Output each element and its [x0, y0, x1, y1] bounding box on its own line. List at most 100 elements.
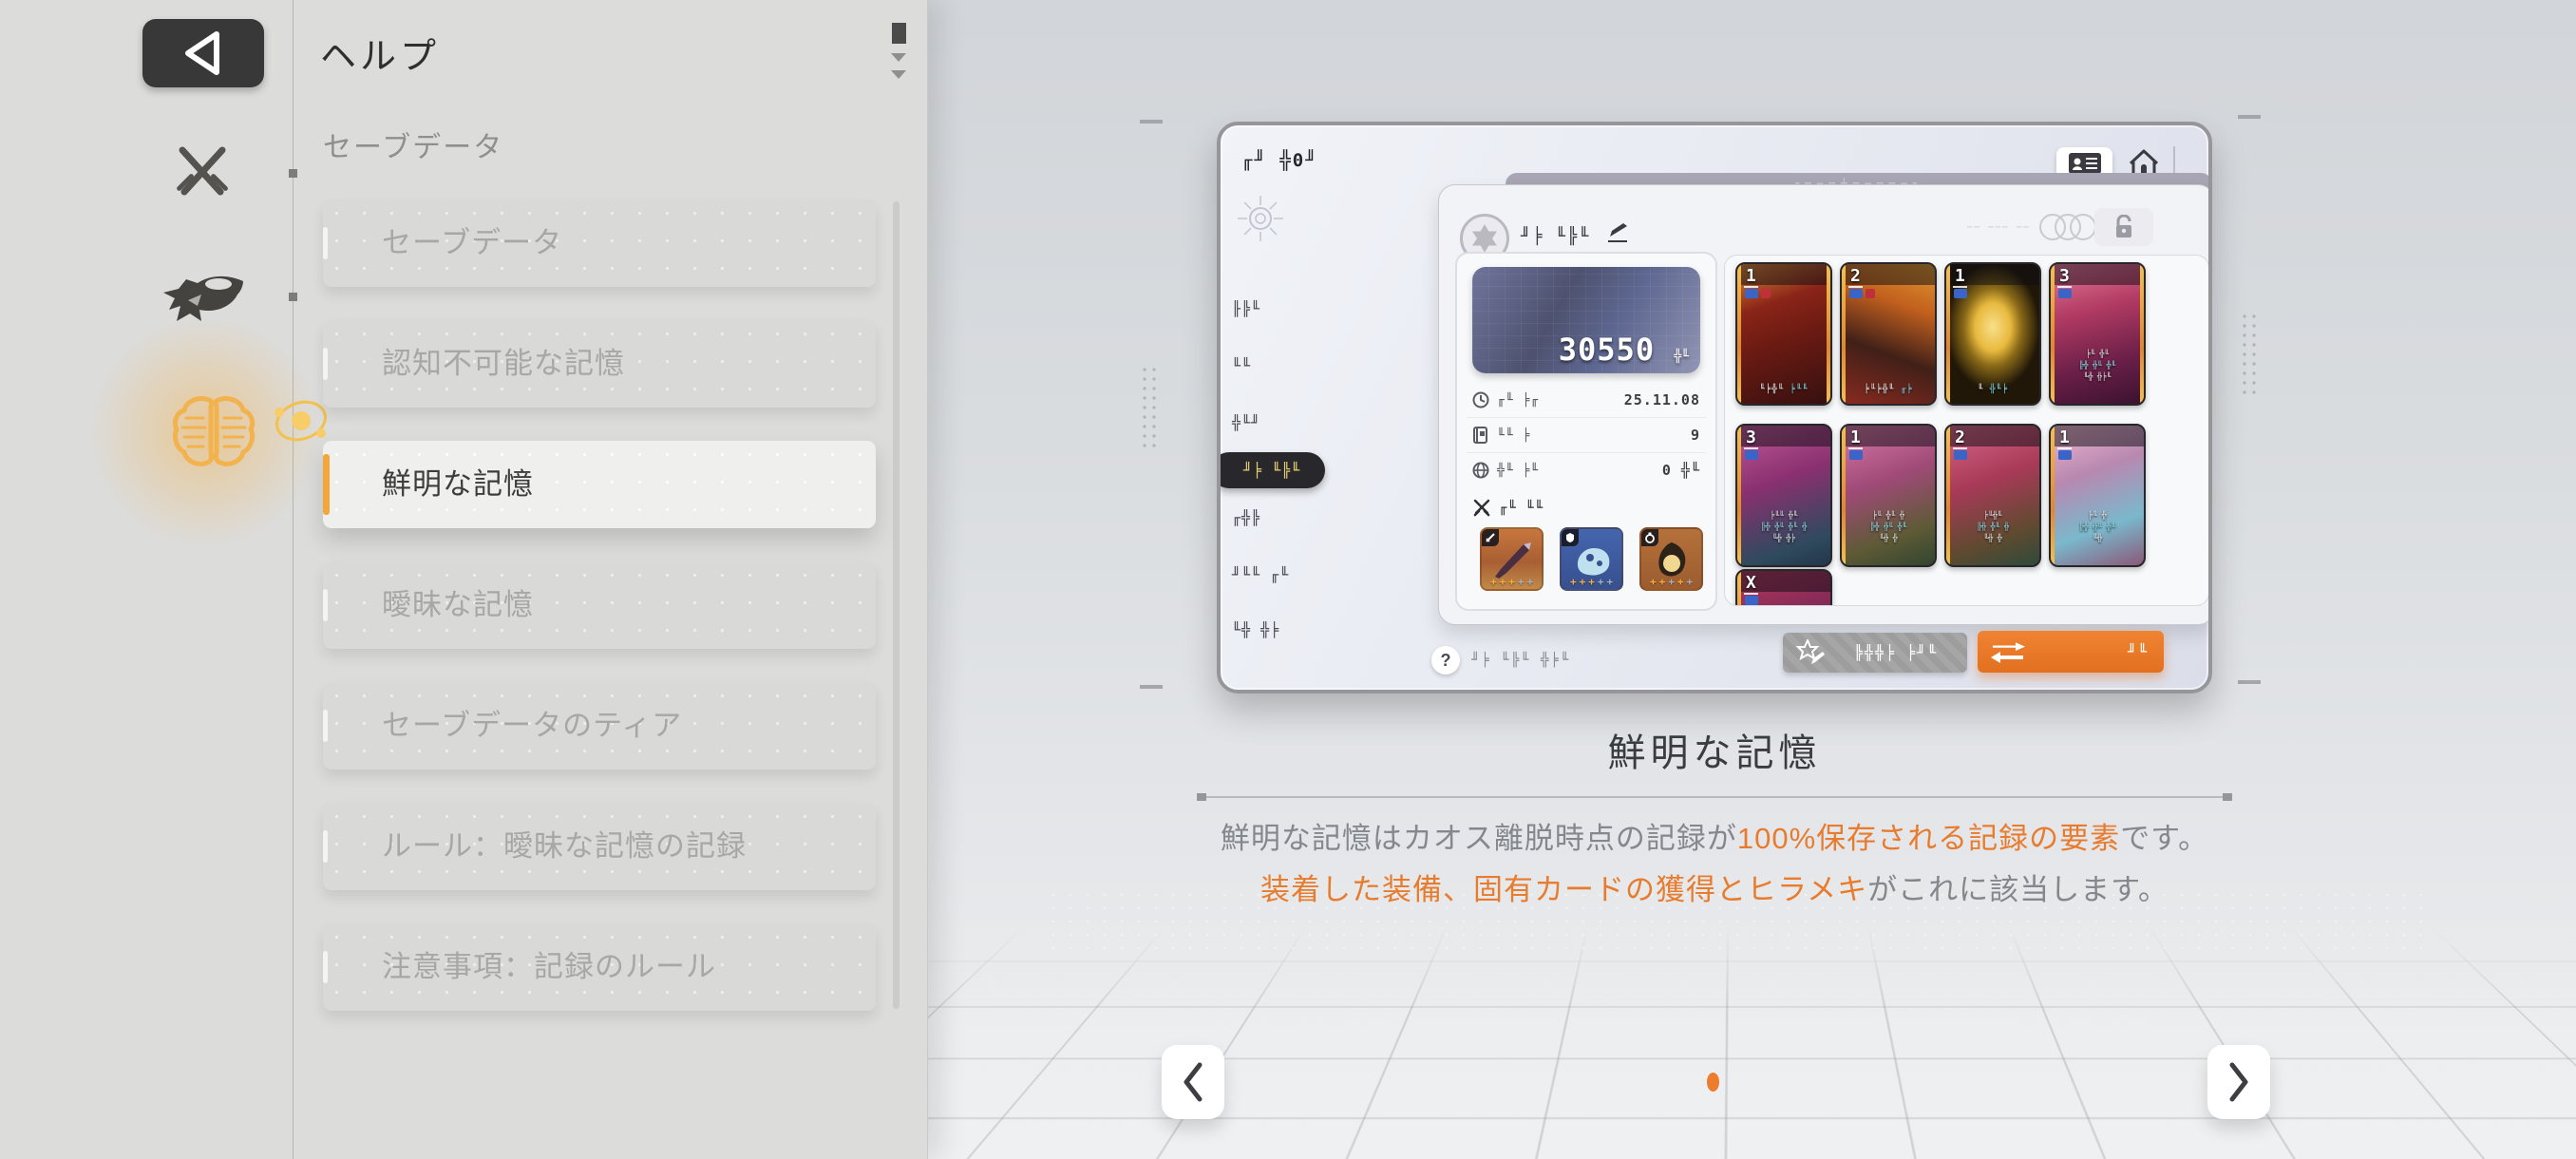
help-menu-item[interactable]: ルール：曖昧な記憶の記録 — [323, 803, 876, 890]
help-panel: ヘルプ セーブデータ セーブデータ 認知不可能な記憶 鮮明な記憶 曖昧な記憶 セーブデー… — [0, 0, 928, 1159]
memory-card: 2 ╞╙╬╙ ╠╬ ╬╙ ╬ ╙╬ ╬ — [1944, 424, 2041, 567]
description-segment: がこれに該当します。 — [1867, 873, 2169, 906]
card-text-block: ╞╙ ╬ ╠╬ ╬╙ ╬╙ ╙╬ — [2078, 511, 2116, 542]
item-label: 曖昧な記憶 — [382, 588, 534, 621]
help-caption: ╜╞ ╙╠╙ ╬╞╙ — [1471, 653, 1571, 668]
item-label: 認知不可能な記憶 — [382, 347, 625, 380]
app-root: ヘルプ セーブデータ セーブデータ 認知不可能な記憶 鮮明な記憶 曖昧な記憶 セーブデー… — [0, 0, 2576, 1159]
brain-icon[interactable] — [171, 393, 256, 473]
card-count: 1 — [2057, 428, 2072, 449]
card-chips — [1849, 450, 1863, 460]
prev-page-button[interactable] — [1162, 1045, 1224, 1119]
help-menu-item-selected[interactable]: 鮮明な記憶 — [323, 441, 876, 528]
item-accent-bar — [323, 589, 328, 621]
help-menu-item[interactable]: セーブデータのティア — [323, 682, 876, 770]
star-pencil-icon — [1796, 639, 1825, 664]
item-art — [1651, 541, 1695, 580]
cost-chip-icon — [1745, 450, 1758, 460]
card-count: 1 — [1848, 428, 1863, 449]
item-accent-bar — [323, 710, 328, 742]
item-art — [1571, 541, 1615, 580]
card-edge — [1737, 264, 1741, 404]
info-rows: ╓╙ ╞╓ 25.11.08 ╙╙ ╞ 9 ╬╙ ╞╙ 0 ╬╙ — [1467, 383, 1706, 487]
dot-block — [1140, 365, 1159, 450]
item-label: 鮮明な記憶 — [382, 467, 534, 501]
rail-tick — [289, 169, 297, 178]
info-label: ╙╙ ╞ — [1497, 428, 1531, 443]
memory-card: 2 ╞╙╞╬╙ ╓╞ — [1840, 262, 1937, 406]
cost-chip-icon — [1954, 289, 1967, 298]
item-label: ルール：曖昧な記憶の記録 — [382, 829, 747, 863]
equipment-tile-armor: + + + + + — [1560, 527, 1623, 591]
edit-pencil-icon — [1608, 223, 1627, 242]
description-line2: 装着した装備、固有カードの獲得とヒラメキがこれに該当します。 — [1122, 864, 2307, 916]
card-count: 1 — [1744, 266, 1758, 288]
battle-swords-icon[interactable] — [173, 144, 232, 203]
upgrade-stars: + + + + + — [1489, 576, 1534, 588]
content-heading: 鮮明な記憶 — [1607, 732, 1822, 774]
screenshot-rename-button: ╠╬╬╞ ╞╜╙ — [1783, 633, 1967, 673]
card-chips — [1954, 450, 1967, 460]
save-data-panel: ╜╞ ╙╠╙ ── ─── ── 30550 ╬╙ ╓╙ ╞╓ 25.11.08… — [1438, 184, 2208, 625]
memory-card: 1 ╙╞╬╙ ╞╙╙ — [1735, 262, 1832, 406]
game-screenshot: ╓╜ ╬0╜ ╟╠╙ ╙╙ ╬╙╜ ╜╞ ╙╠╙ ╓╬╠ ╜╙╙ ╓╙ ╙╬ ╬╞ — [1217, 122, 2212, 694]
ring-icon — [2070, 214, 2096, 240]
card-chips — [1745, 289, 1771, 298]
description-segment: 100%保存される記録の要素 — [1736, 822, 2121, 855]
memory-card: 1 ╞╙ ╬╙ ╬ ╠╬ ╬╙ ╬╙ ╙╬ ╬ — [1840, 424, 1937, 567]
card-text-block: ╞╙╙ ╬╙ ╠╬ ╬╙ ╬╙ ╬ ╙╬ ╬╞ — [1760, 511, 1808, 542]
info-row: ╓╙ ╞╓ 25.11.08 — [1467, 383, 1706, 418]
item-label: セーブデータ — [382, 226, 563, 259]
memory-card: 3 ╞╙╙ ╬╙ ╠╬ ╬╙ ╬╙ ╬ ╙╬ ╬╞ — [1735, 424, 1832, 567]
help-menu-item[interactable]: 注意事項：記録のルール — [323, 923, 876, 1011]
type-chip-icon — [1761, 289, 1771, 298]
chevron-right-icon — [2229, 1062, 2248, 1102]
card-edge — [1737, 571, 1741, 605]
chevron-down-icon — [891, 70, 906, 79]
card-text-block: ╞╙ ╬╙ ╬ ╠╬ ╬╙ ╬╙ ╙╬ ╬ — [1869, 511, 1907, 542]
corner-dash — [2238, 115, 2261, 119]
sun-emblem-icon — [1236, 194, 1285, 243]
back-triangle-icon — [185, 31, 219, 75]
points-unit: ╬╙ — [1674, 350, 1689, 364]
swords-icon — [1473, 499, 1490, 517]
card-count: X — [1744, 573, 1758, 595]
screenshot-nav-item: ╟╠╙ — [1232, 300, 1261, 317]
description-line1: 鮮明な記憶はカオス離脱時点の記録が100%保存される記録の要素です。 — [1122, 813, 2307, 864]
section-label: セーブデータ — [323, 132, 504, 163]
item-accent-bar — [323, 830, 328, 863]
card-count: 3 — [2057, 266, 2072, 288]
type-chip-icon — [1866, 289, 1875, 298]
item-accent-bar — [323, 454, 330, 515]
screenshot-nav-item: ╜╙╙ ╓╙ — [1232, 566, 1290, 583]
chevron-left-icon — [1184, 1062, 1203, 1102]
item-label: 注意事項：記録のルール — [382, 950, 716, 983]
card-caption: ╙╞╬╙ ╞╙╙ — [1759, 385, 1809, 394]
points-value: 30550 — [1558, 332, 1656, 368]
description-segment: 装着した装備、固有カードの獲得とヒラメキ — [1260, 873, 1868, 906]
question-icon: ? — [1431, 646, 1460, 674]
info-label: ╓╙ ╞╓ — [1497, 392, 1540, 408]
memory-card: 3 ╞╙ ╬╙ ╠╬ ╬╙ ╬╙ ╙╬ ╬╞╙ — [2049, 262, 2146, 406]
corner-dash — [1140, 120, 1163, 124]
rename-label: ╠╬╬╞ ╞╜╙ — [1853, 644, 1939, 661]
transfer-label: ╜╙ — [2127, 643, 2149, 660]
cost-chip-icon — [1954, 450, 1967, 460]
back-button[interactable] — [142, 19, 264, 87]
page-indicator-dot — [1707, 1073, 1719, 1092]
cursor-orbit-icon — [272, 393, 331, 448]
card-text-block: ╞╙╬╙ ╠╬ ╬╙ ╬ ╙╬ ╬ — [1977, 511, 2009, 542]
equipment-tile-weapon: + + + + + — [1480, 527, 1544, 591]
info-label: ╬╙ ╞╙ — [1497, 463, 1540, 478]
upgrade-stars: + + + + + — [1569, 576, 1614, 588]
item-accent-bar — [323, 951, 328, 983]
chevron-down-icon — [891, 53, 906, 62]
menu-scrollbar[interactable] — [893, 201, 900, 1009]
cost-chip-icon — [2058, 289, 2072, 298]
help-menu-item[interactable]: セーブデータ — [323, 200, 876, 287]
globe-icon — [1472, 462, 1489, 479]
help-menu-item[interactable]: 曖昧な記憶 — [323, 561, 876, 649]
next-page-button[interactable] — [2207, 1045, 2270, 1119]
help-menu-item[interactable]: 認知不可能な記憶 — [323, 320, 876, 408]
lock-button — [2094, 208, 2153, 246]
